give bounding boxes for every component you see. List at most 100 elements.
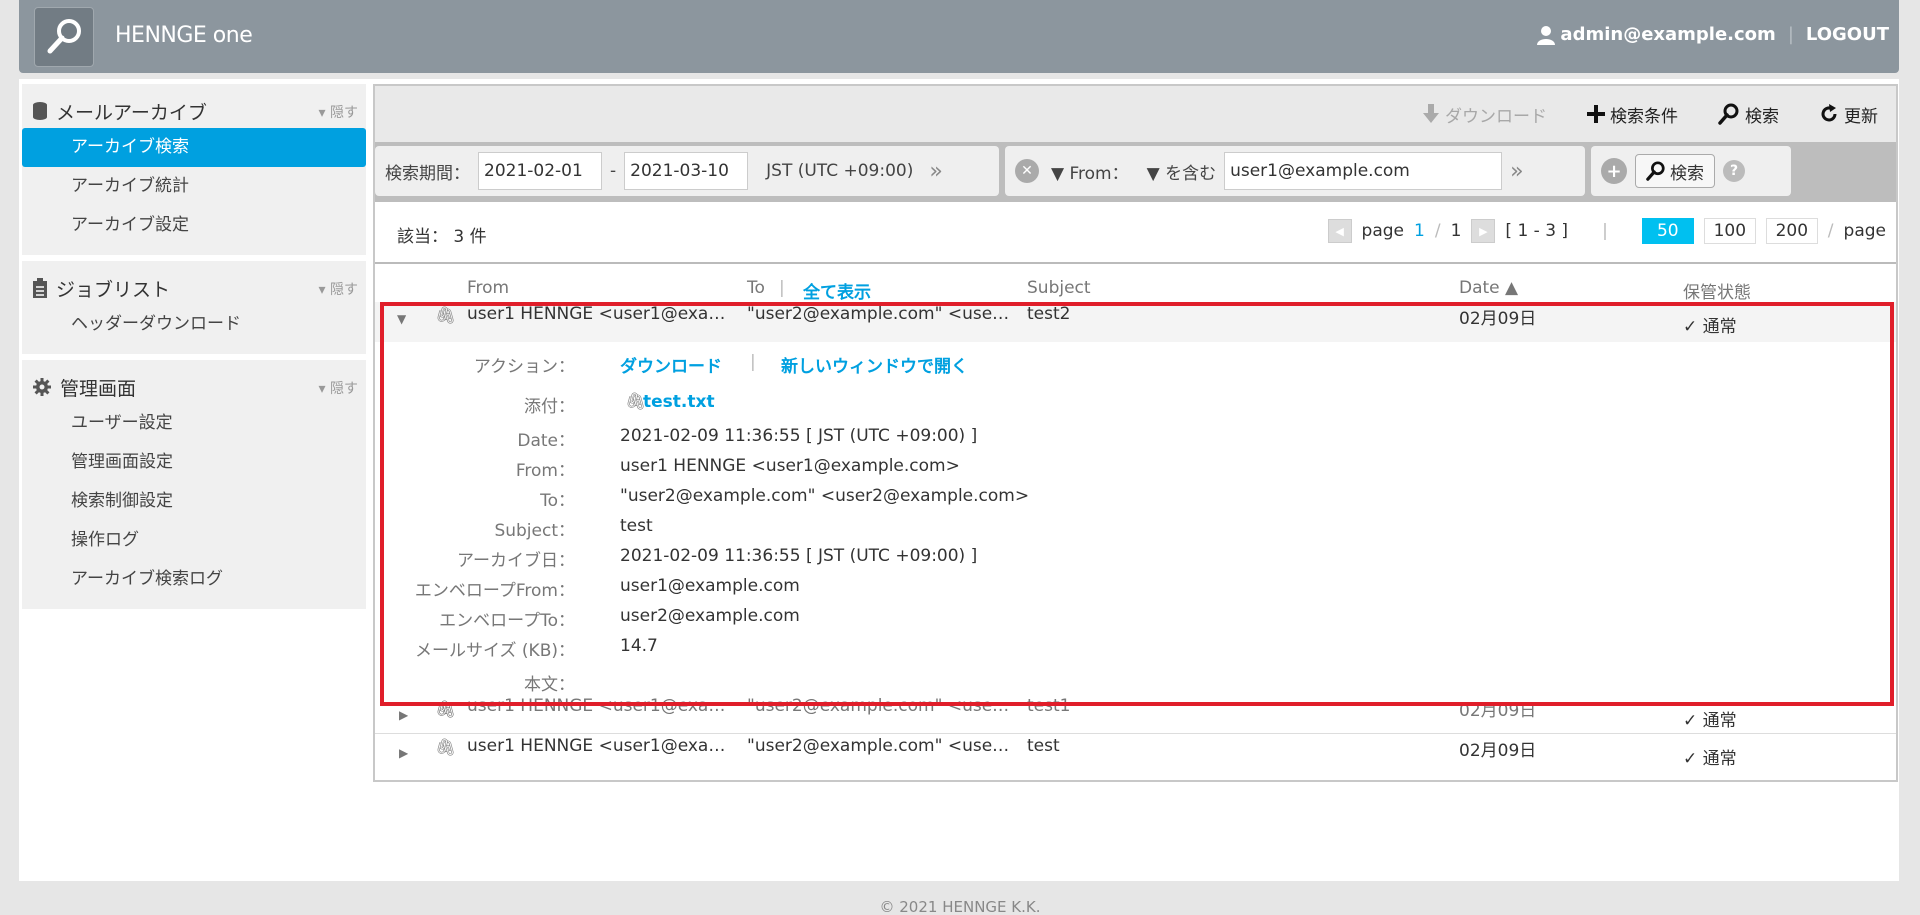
- toolbar-search-button[interactable]: 検索: [1718, 102, 1779, 127]
- page-size-slash: /: [1827, 221, 1834, 241]
- prev-page-icon[interactable]: ◀: [1327, 219, 1352, 243]
- date-from-input[interactable]: [478, 152, 602, 190]
- row-to: "user2@example.com" <use…: [747, 736, 1010, 756]
- date-to-input[interactable]: [624, 152, 749, 190]
- filter-row: 検索期間： - JST (UTC +09:00) » ✕ ▼ From： ▼ を…: [375, 142, 1896, 202]
- sidebar-item-header-download[interactable]: ヘッダーダウンロード: [22, 305, 366, 344]
- filter-search-label: 検索: [1670, 163, 1704, 184]
- sidebar-item-admin-settings[interactable]: 管理画面設定: [22, 443, 366, 482]
- help-icon[interactable]: ?: [1723, 160, 1745, 182]
- toolbar-search-label: 検索: [1745, 106, 1779, 127]
- next-page-icon[interactable]: ▶: [1471, 219, 1496, 243]
- logout-button[interactable]: LOGOUT: [1806, 24, 1889, 45]
- search-logo-icon[interactable]: [34, 7, 94, 67]
- col-subject[interactable]: Subject: [1027, 278, 1091, 298]
- table-row[interactable]: ▶ 🖇 user1 HENNGE <user1@exa… "user2@exam…: [375, 736, 1896, 776]
- user-account[interactable]: admin@example.com: [1537, 24, 1776, 45]
- col-date[interactable]: Date ▲: [1459, 278, 1518, 298]
- sidebar-head-job-list: ジョブリスト ▾ 隠す: [22, 271, 366, 305]
- page-size-50[interactable]: 50: [1641, 218, 1694, 244]
- sidebar-head-mail-archive: メールアーカイブ ▾ 隠す: [22, 94, 366, 128]
- show-all-link[interactable]: 全て表示: [803, 278, 871, 303]
- timezone-label: JST (UTC +09:00): [766, 161, 914, 181]
- sidebar-section-mail-archive: メールアーカイブ ▾ 隠す アーカイブ検索 アーカイブ統計 アーカイブ設定: [22, 84, 366, 255]
- filter-value-input[interactable]: [1224, 152, 1503, 190]
- pager-divider: |: [1602, 221, 1608, 241]
- search-criteria-label: 検索条件: [1610, 106, 1678, 127]
- chevron-right-icon[interactable]: »: [1510, 159, 1523, 184]
- row-from: user1 HENNGE <user1@exa…: [467, 736, 726, 756]
- refresh-button[interactable]: 更新: [1819, 102, 1878, 127]
- filter-search-button[interactable]: 検索: [1635, 154, 1715, 188]
- top-bar: HENNGE one admin@example.com | LOGOUT: [19, 0, 1899, 73]
- col-from[interactable]: From: [467, 278, 509, 298]
- add-filter-icon[interactable]: +: [1601, 158, 1627, 184]
- col-to-separator: |: [779, 278, 785, 298]
- clipboard-icon: [33, 278, 47, 298]
- count-value: 3 件: [453, 227, 487, 247]
- field-select[interactable]: ▼ From：: [1051, 159, 1129, 184]
- expand-arrow-icon[interactable]: ▶: [399, 708, 408, 722]
- search-icon: [1646, 161, 1665, 181]
- chevron-right-icon[interactable]: »: [929, 159, 942, 184]
- sidebar-section-title: 管理画面: [60, 377, 137, 400]
- download-label: ダウンロード: [1445, 106, 1547, 127]
- sidebar-section-title: メールアーカイブ: [56, 101, 207, 124]
- period-label: 検索期間：: [385, 163, 470, 184]
- refresh-label: 更新: [1844, 106, 1878, 127]
- toolbar: ダウンロード 検索条件 検索 更新: [375, 86, 1896, 142]
- sidebar-section-admin: 管理画面 ▾ 隠す ユーザー設定 管理画面設定 検索制御設定 操作ログ アーカイ…: [22, 360, 366, 609]
- col-to[interactable]: To: [747, 278, 765, 298]
- sidebar-head-admin: 管理画面 ▾ 隠す: [22, 370, 366, 404]
- hide-toggle[interactable]: ▾ 隠す: [319, 279, 358, 299]
- col-status[interactable]: 保管状態: [1683, 278, 1751, 303]
- footer: © 2021 HENNGE K.K.: [0, 898, 1920, 915]
- date-range-filter: 検索期間： - JST (UTC +09:00) »: [375, 146, 999, 196]
- sidebar: メールアーカイブ ▾ 隠す アーカイブ検索 アーカイブ統計 アーカイブ設定 ジョ…: [22, 84, 366, 615]
- row-date: 02月09日: [1459, 741, 1537, 761]
- column-header: From To | 全て表示 Subject Date ▲ 保管状態: [375, 264, 1896, 306]
- sidebar-item-archive-stats[interactable]: アーカイブ統計: [22, 167, 366, 206]
- range-display: [ 1 - 3 ]: [1505, 221, 1569, 241]
- database-icon: [33, 102, 47, 120]
- search-criteria-button[interactable]: 検索条件: [1587, 102, 1678, 127]
- page-total: 1: [1450, 221, 1462, 241]
- paperclip-icon: 🖇: [435, 738, 457, 758]
- sidebar-item-operation-log[interactable]: 操作ログ: [22, 521, 366, 560]
- header-separator: |: [1787, 24, 1794, 45]
- page-current: 1: [1414, 221, 1425, 241]
- result-summary: 該当： 3 件 ◀ page 1 / 1 ▶ [ 1 - 3 ] | 50 10…: [375, 202, 1896, 264]
- hide-toggle[interactable]: ▾ 隠す: [319, 378, 358, 398]
- sidebar-section-job-list: ジョブリスト ▾ 隠す ヘッダーダウンロード: [22, 261, 366, 354]
- user-email: admin@example.com: [1560, 24, 1776, 45]
- operator-select[interactable]: ▼ を含む: [1147, 159, 1216, 184]
- search-action-box: + 検索 ?: [1591, 146, 1791, 196]
- page-size-200[interactable]: 200: [1765, 218, 1818, 244]
- person-icon: [1537, 26, 1556, 45]
- row-subject: test: [1027, 736, 1060, 756]
- download-icon: [1423, 104, 1439, 123]
- sidebar-item-archive-search[interactable]: アーカイブ検索: [22, 128, 366, 167]
- refresh-icon: [1821, 104, 1837, 122]
- page-size-100[interactable]: 100: [1703, 218, 1756, 244]
- result-count: 該当： 3 件: [397, 222, 487, 247]
- date-dash: -: [610, 161, 617, 181]
- count-label: 該当：: [397, 227, 448, 247]
- download-button[interactable]: ダウンロード: [1422, 102, 1547, 127]
- remove-filter-icon[interactable]: ✕: [1015, 159, 1039, 183]
- sidebar-item-archive-settings[interactable]: アーカイブ設定: [22, 206, 366, 245]
- plus-icon: [1587, 105, 1605, 123]
- sidebar-section-title: ジョブリスト: [56, 278, 171, 301]
- user-area: admin@example.com | LOGOUT: [1537, 24, 1889, 45]
- sidebar-item-user-settings[interactable]: ユーザー設定: [22, 404, 366, 443]
- expand-arrow-icon[interactable]: ▶: [399, 746, 408, 760]
- pagination: ◀ page 1 / 1 ▶ [ 1 - 3 ] | 50 100 200 / …: [1327, 218, 1886, 244]
- from-filter: ✕ ▼ From： ▼ を含む »: [1005, 146, 1585, 196]
- sidebar-item-archive-search-log[interactable]: アーカイブ検索ログ: [22, 560, 366, 599]
- search-icon: [1718, 103, 1739, 125]
- page-separator: /: [1434, 221, 1441, 241]
- page-suffix: page: [1843, 221, 1886, 241]
- brand-name: HENNGE one: [115, 23, 253, 48]
- sidebar-item-search-control[interactable]: 検索制御設定: [22, 482, 366, 521]
- hide-toggle[interactable]: ▾ 隠す: [319, 102, 358, 122]
